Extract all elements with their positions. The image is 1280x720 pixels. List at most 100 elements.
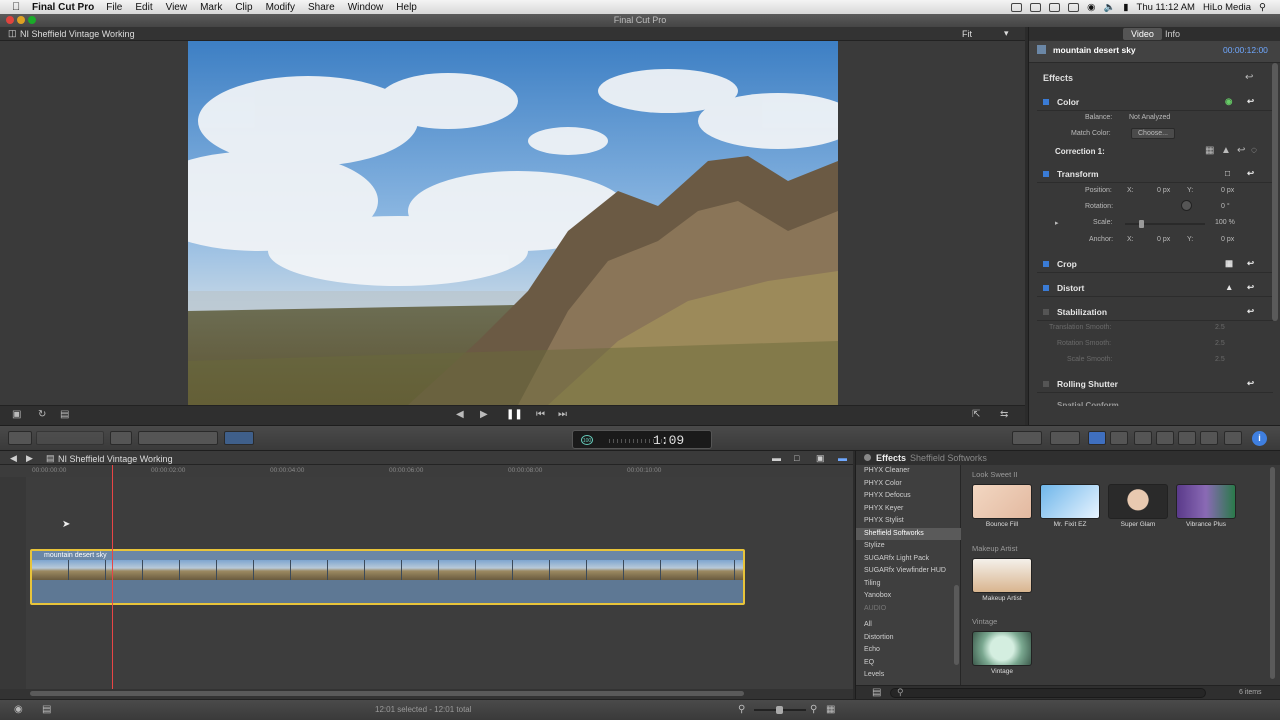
effects-grid-scrollbar[interactable] (1270, 467, 1275, 679)
zoom-out-icon[interactable]: ⚲ (738, 703, 745, 717)
themes-browser-icon[interactable] (1224, 431, 1242, 445)
generators-browser-icon[interactable] (1200, 431, 1218, 445)
photo-browser-icon[interactable] (1110, 431, 1128, 445)
play-icon[interactable]: ▶ (480, 408, 488, 422)
crop-enable-checkbox[interactable] (1043, 261, 1049, 267)
browser-close-icon[interactable] (864, 454, 871, 461)
clip-appearance-icon[interactable]: ▦ (826, 703, 835, 717)
menu-modify[interactable]: Modify (266, 2, 295, 13)
app-menu[interactable]: Final Cut Pro (32, 2, 94, 13)
timeline-clip[interactable]: mountain desert sky (30, 549, 745, 605)
category-item[interactable]: PHYX Cleaner (856, 465, 961, 478)
timeline-ruler[interactable]: 00:00:00:00 00:00:02:00 00:00:04:00 00:0… (0, 465, 853, 477)
anchor-x-value[interactable]: 0 px (1157, 236, 1170, 243)
menu-window[interactable]: Window (348, 2, 384, 13)
scale-slider-handle[interactable] (1139, 220, 1144, 228)
tab-video[interactable]: Video (1123, 28, 1162, 40)
category-item[interactable]: PHYX Keyer (856, 503, 961, 516)
import-media-button[interactable] (8, 431, 32, 445)
timeline-scrollbar[interactable] (30, 691, 744, 696)
viewer-tool-3-icon[interactable]: ▤ (60, 408, 69, 422)
audio-skimming-icon[interactable]: □ (794, 453, 799, 463)
retime-icon[interactable] (1050, 431, 1080, 445)
transform-reset-icon[interactable]: ↩ (1247, 168, 1254, 179)
inspect-key-icon[interactable] (110, 431, 132, 445)
snapping-icon[interactable]: ▬ (838, 453, 847, 463)
background-tasks-icon[interactable]: ◉ (14, 703, 23, 717)
position-x-value[interactable]: 0 px (1157, 187, 1170, 194)
color-section[interactable]: Color ◉ ↩ (1037, 93, 1273, 111)
menu-file[interactable]: File (106, 2, 122, 13)
effect-thumbnail-vintage[interactable] (972, 631, 1032, 666)
tab-info[interactable]: Info (1165, 29, 1180, 39)
transform-section[interactable]: Transform □ ↩ (1037, 165, 1273, 183)
rotation-dial[interactable] (1181, 200, 1192, 211)
sidebar-toggle-icon[interactable]: ▤ (872, 686, 881, 700)
stabilization-section[interactable]: Stabilization ↩ (1037, 303, 1273, 321)
viewer-zoom-menu[interactable]: Fit (962, 29, 972, 39)
anchor-y-value[interactable]: 0 px (1221, 236, 1234, 243)
effects-search-input[interactable]: ⚲ (890, 687, 1206, 698)
transform-tool-icon[interactable] (1012, 431, 1042, 445)
wifi-icon[interactable]: ◉ (1087, 2, 1095, 13)
match-color-choose-button[interactable]: Choose... (1131, 128, 1175, 139)
music-browser-icon[interactable] (1134, 431, 1152, 445)
scale-slider[interactable] (1125, 220, 1205, 228)
clock[interactable]: Thu 11:12 AM (1137, 2, 1195, 13)
menu-help[interactable]: Help (396, 2, 417, 13)
skimming-icon[interactable]: ▬ (772, 453, 781, 463)
go-to-start-icon[interactable]: ⏮ (536, 408, 545, 422)
solo-icon[interactable]: ▣ (816, 453, 825, 464)
position-y-value[interactable]: 0 px (1221, 187, 1234, 194)
category-item[interactable]: All (856, 619, 961, 632)
category-item[interactable]: SUGARfx Viewfinder HUD (856, 565, 961, 578)
stabilization-reset-icon[interactable]: ↩ (1247, 306, 1254, 317)
stabilization-enable-checkbox[interactable] (1043, 309, 1049, 315)
category-item[interactable]: Echo (856, 644, 961, 657)
rolling-shutter-section[interactable]: Rolling Shutter ↩ (1037, 375, 1273, 393)
timeline-back-icon[interactable]: ◀ (10, 453, 17, 464)
menu-mark[interactable]: Mark (200, 2, 222, 13)
rolling-shutter-enable-checkbox[interactable] (1043, 381, 1049, 387)
zoom-in-icon[interactable]: ⚲ (810, 703, 817, 717)
battery-icon[interactable]: ▮ (1123, 2, 1128, 13)
effect-thumbnail-vibrance-plus[interactable] (1176, 484, 1236, 519)
categories-scrollbar[interactable] (954, 585, 959, 665)
zoom-slider[interactable] (754, 706, 806, 714)
keyword-ratings-buttons[interactable] (36, 431, 104, 445)
menu-share[interactable]: Share (308, 2, 335, 13)
effect-thumbnail-mr-fixit-ez[interactable] (1040, 484, 1100, 519)
status-icon-1[interactable] (1011, 2, 1023, 12)
minimize-window-icon[interactable] (17, 16, 25, 24)
category-item[interactable]: Tiling (856, 578, 961, 591)
category-item[interactable]: SUGARfx Light Pack (856, 553, 961, 566)
crop-reset-icon[interactable]: ↩ (1247, 258, 1254, 269)
spotlight-icon[interactable]: ⚲ (1259, 2, 1266, 13)
go-to-end-icon[interactable]: ⏭ (558, 408, 567, 422)
pause-icon[interactable]: ❚❚ (506, 408, 523, 422)
status-icon-2[interactable] (1030, 2, 1042, 12)
color-reset-icon[interactable]: ↩ (1247, 96, 1254, 107)
fullscreen-icon[interactable]: ⇱ (972, 408, 980, 422)
distort-reset-icon[interactable]: ↩ (1247, 282, 1254, 293)
effects-browser-icon[interactable] (1088, 431, 1106, 445)
zoom-window-icon[interactable] (28, 16, 36, 24)
category-item[interactable]: Distortion (856, 632, 961, 645)
correction-tools-icon[interactable]: ▦ (1205, 144, 1214, 158)
crop-onscreen-icon[interactable]: ▦ (1225, 258, 1233, 269)
color-board-icon[interactable]: ◉ (1225, 96, 1232, 107)
category-item-selected[interactable]: Sheffield Softworks (856, 527, 961, 540)
rolling-shutter-reset-icon[interactable]: ↩ (1247, 378, 1254, 389)
user-name[interactable]: HiLo Media (1203, 2, 1251, 13)
rotation-value[interactable]: 0 ° (1221, 203, 1230, 210)
transform-enable-checkbox[interactable] (1043, 171, 1049, 177)
status-icon-4[interactable] (1068, 2, 1080, 12)
viewer-tool-1-icon[interactable]: ▣ (12, 408, 21, 422)
category-item[interactable]: Levels (856, 669, 961, 682)
timeline-forward-icon[interactable]: ▶ (26, 453, 33, 464)
loop-icon[interactable]: ⇆ (1000, 408, 1008, 422)
volume-icon[interactable]: 🔈 (1103, 2, 1115, 13)
status-icon-3[interactable] (1049, 2, 1061, 12)
zoom-slider-handle[interactable] (776, 706, 783, 714)
menu-clip[interactable]: Clip (235, 2, 252, 13)
